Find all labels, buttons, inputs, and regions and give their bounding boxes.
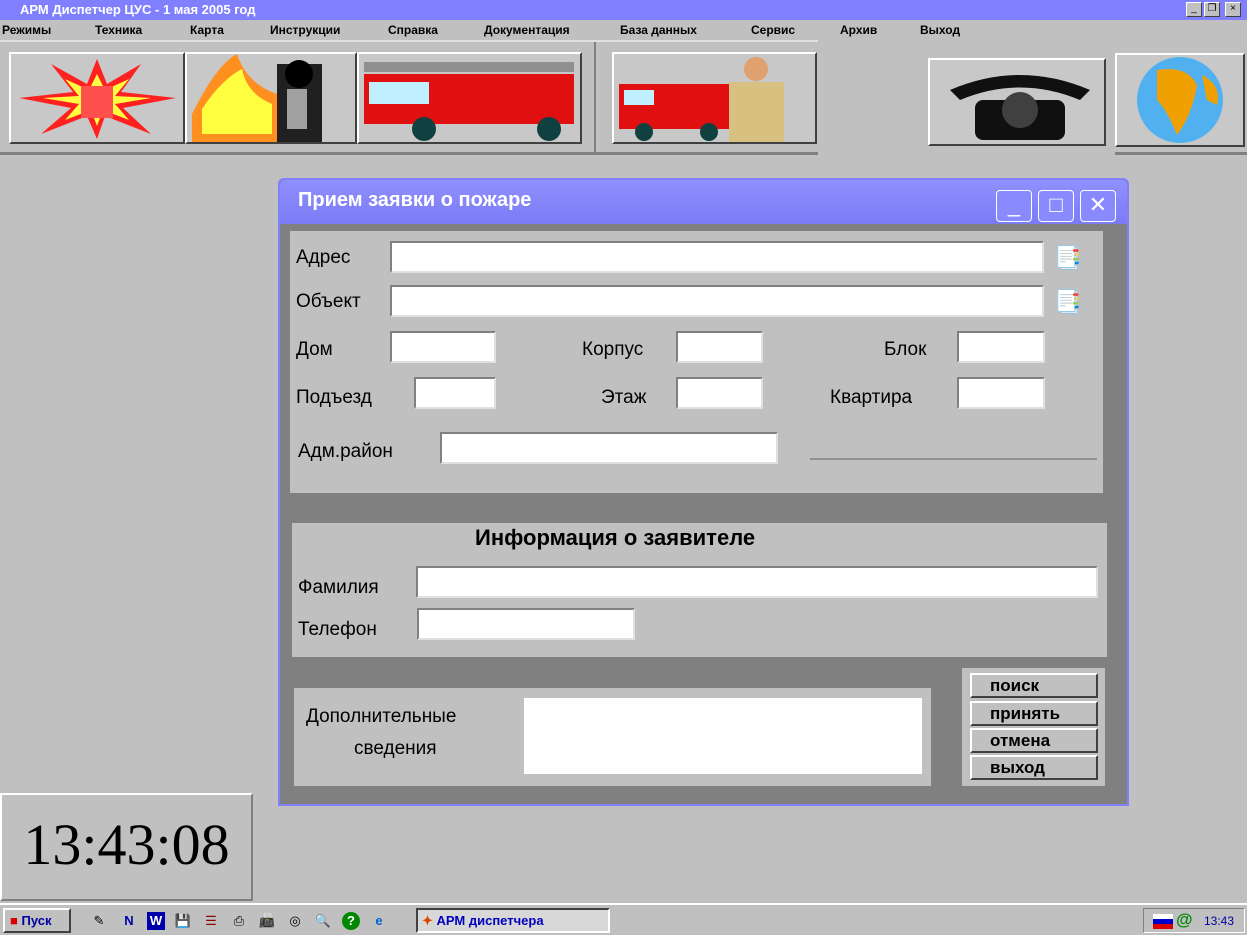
menu-archive[interactable]: Архив <box>840 23 877 37</box>
printer-icon[interactable]: ⎙ <box>230 912 248 930</box>
system-tray: @ 13:43 <box>1143 908 1245 933</box>
house-label: Дом <box>296 339 333 360</box>
windows-logo-icon: ■ <box>10 913 18 928</box>
cancel-button[interactable]: отмена <box>970 728 1098 753</box>
menu-map[interactable]: Карта <box>190 23 224 37</box>
mail-at-icon[interactable]: @ <box>1176 910 1193 930</box>
divider <box>810 458 1097 460</box>
extra-info-textarea[interactable] <box>524 698 922 774</box>
object-lookup-icon[interactable]: 📑 <box>1054 289 1081 315</box>
extra-info-panel: Дополнительные сведения <box>294 688 931 786</box>
edit-icon[interactable]: ✎ <box>90 912 108 930</box>
floor-label: Этаж <box>601 387 647 408</box>
start-button[interactable]: ■ Пуск <box>3 908 71 933</box>
district-label: Адм.район <box>298 441 393 462</box>
menu-help[interactable]: Справка <box>388 23 438 37</box>
building-label: Корпус <box>582 339 644 360</box>
menu-equipment[interactable]: Техника <box>95 23 142 37</box>
dialog-close-button[interactable]: ✕ <box>1080 190 1116 222</box>
taskbar-task-arm[interactable]: ✦ АРМ диспетчера <box>416 908 610 933</box>
books-icon[interactable]: ☰ <box>202 912 220 930</box>
address-panel: Адрес 📑 Объект 📑 Дом Корпус Блок Подъезд… <box>290 231 1103 493</box>
start-label: Пуск <box>21 913 52 928</box>
dialog-minimize-button[interactable]: _ <box>996 190 1032 222</box>
firefighter-tool-button[interactable] <box>185 52 357 144</box>
taskbar: ■ Пуск ✎ N W 💾 ☰ ⎙ 📠 ◎ 🔍 ? e ✦ АРМ диспе… <box>0 903 1247 935</box>
district-input[interactable] <box>440 432 778 464</box>
applicant-panel: Информация о заявителе Фамилия Телефон <box>292 523 1107 657</box>
surname-label: Фамилия <box>298 577 379 598</box>
menu-service[interactable]: Сервис <box>751 23 795 37</box>
building-input[interactable] <box>676 331 763 363</box>
ie-icon[interactable]: e <box>370 912 388 930</box>
window-titlebar: АРМ Диспетчер ЦУС - 1 мая 2005 год <box>0 0 1247 20</box>
phone-input[interactable] <box>417 608 635 640</box>
entrance-label: Подъезд <box>296 387 372 408</box>
block-input[interactable] <box>957 331 1045 363</box>
surname-input[interactable] <box>416 566 1098 598</box>
address-lookup-icon[interactable]: 📑 <box>1054 245 1081 271</box>
search-button[interactable]: поиск <box>970 673 1098 698</box>
telephone-button[interactable] <box>928 58 1106 146</box>
apartment-input[interactable] <box>957 377 1045 409</box>
dialog-title: Прием заявки о пожаре <box>298 189 532 211</box>
floppy-icon[interactable]: 💾 <box>174 912 192 930</box>
fire-truck-tool-button[interactable] <box>357 52 582 144</box>
extra-info-label-line1: Дополнительные <box>306 706 457 727</box>
object-input[interactable] <box>390 285 1044 317</box>
menu-bar: Режимы Техника Карта Инструкции Справка … <box>0 20 1247 40</box>
menu-modes[interactable]: Режимы <box>2 23 51 37</box>
menu-instructions[interactable]: Инструкции <box>270 23 340 37</box>
window-title: АРМ Диспетчер ЦУС - 1 мая 2005 год <box>20 2 256 17</box>
truck-and-firefighter-tool-button[interactable] <box>612 52 817 144</box>
help-icon[interactable]: ? <box>342 912 360 930</box>
menu-database[interactable]: База данных <box>620 23 697 37</box>
task-label: АРМ диспетчера <box>436 913 544 928</box>
menu-documentation[interactable]: Документация <box>484 23 570 37</box>
russian-flag-icon[interactable] <box>1153 914 1173 929</box>
floor-input[interactable] <box>676 377 763 409</box>
close-button[interactable]: × <box>1225 2 1241 17</box>
restore-button[interactable]: ❐ <box>1204 2 1220 17</box>
phone-label: Телефон <box>298 619 377 640</box>
minimize-button[interactable]: _ <box>1186 2 1202 17</box>
applicant-heading: Информация о заявителе <box>475 525 756 550</box>
menu-exit[interactable]: Выход <box>920 23 960 37</box>
clock-display: 13:43:08 <box>0 793 253 901</box>
app-icon: ✦ <box>422 913 433 928</box>
find-icon[interactable]: 🔍 <box>314 912 332 930</box>
fax-icon[interactable]: 📠 <box>258 912 276 930</box>
address-input[interactable] <box>390 241 1044 273</box>
norton-icon[interactable]: N <box>120 912 138 930</box>
block-label: Блок <box>884 339 927 360</box>
extra-info-label-line2: сведения <box>354 738 437 759</box>
entrance-input[interactable] <box>414 377 496 409</box>
exit-button[interactable]: выход <box>970 755 1098 780</box>
dialog-maximize-button[interactable]: □ <box>1038 190 1074 222</box>
accept-button[interactable]: принять <box>970 701 1098 726</box>
object-label: Объект <box>296 291 361 312</box>
globe-button[interactable] <box>1115 53 1245 147</box>
tray-clock: 13:43 <box>1204 914 1235 928</box>
cd-icon[interactable]: ◎ <box>286 912 304 930</box>
word-icon[interactable]: W <box>147 912 165 930</box>
explosion-tool-button[interactable] <box>9 52 185 144</box>
apartment-label: Квартира <box>830 387 913 408</box>
address-label: Адрес <box>296 247 351 268</box>
house-input[interactable] <box>390 331 496 363</box>
